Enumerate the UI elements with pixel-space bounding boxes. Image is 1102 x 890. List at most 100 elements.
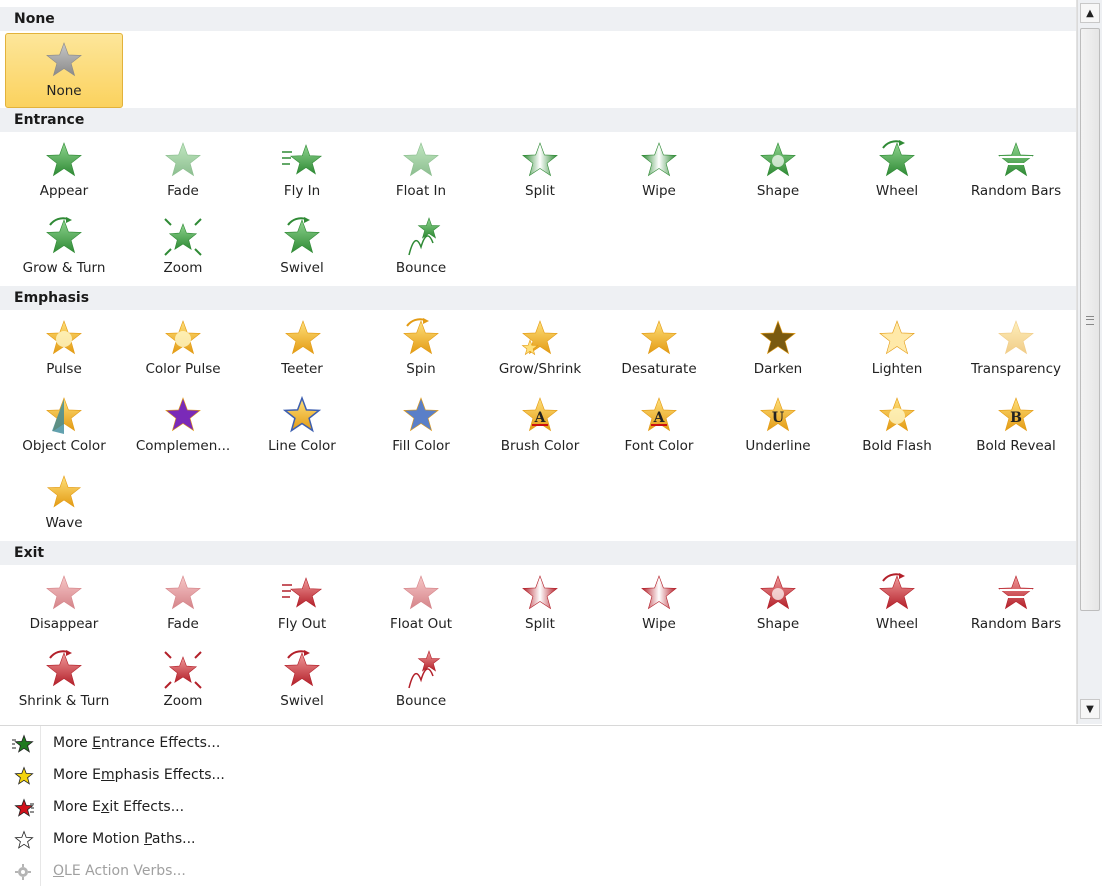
bounce-star-icon [362,217,480,257]
effect-entrance-bounce[interactable]: Bounce [362,211,480,286]
effect-entrance-fade[interactable]: Fade [124,134,242,209]
fly-in-star-icon [243,140,361,180]
effect-emphasis-transparency[interactable]: Transparency [957,312,1075,387]
effect-exit-shape[interactable]: Shape [719,567,837,642]
section-header-emphasis: Emphasis [0,286,1076,310]
effect-label: Desaturate [621,361,697,377]
effect-exit-random-bars[interactable]: Random Bars [957,567,1075,642]
effect-emphasis-complemen[interactable]: Complemen... [124,389,242,464]
effect-emphasis-bold-flash[interactable]: Bold Flash [838,389,956,464]
effect-label: Grow/Shrink [498,361,582,377]
effect-exit-fade[interactable]: Fade [124,567,242,642]
brush-color-star-icon: A [481,395,599,435]
effect-entrance-appear[interactable]: Appear [5,134,123,209]
lighten-star-icon [838,318,956,358]
effect-emphasis-font-color[interactable]: A Font Color [600,389,718,464]
effect-label: Fade [167,616,199,632]
effect-emphasis-teeter[interactable]: Teeter [243,312,361,387]
effect-emphasis-bold-reveal[interactable]: B Bold Reveal [957,389,1075,464]
section-header-entrance: Entrance [0,108,1076,132]
scroll-down-arrow-icon[interactable]: ▼ [1080,699,1100,719]
object-color-star-icon [5,395,123,435]
effect-label: Teeter [281,361,323,377]
scrollbar-thumb[interactable] [1080,28,1100,611]
effect-emphasis-lighten[interactable]: Lighten [838,312,956,387]
effect-label: Random Bars [970,616,1062,632]
effect-label: Brush Color [500,438,580,454]
effect-label: Bold Reveal [976,438,1056,454]
font-color-star-icon: A [600,395,718,435]
effect-entrance-shape[interactable]: Shape [719,134,837,209]
effect-label: Disappear [29,616,99,632]
underline-star-icon: U [719,395,837,435]
effect-entrance-swivel[interactable]: Swivel [243,211,361,286]
svg-text:A: A [653,410,666,426]
color-pulse-star-icon [124,318,242,358]
effect-label: Transparency [970,361,1062,377]
svg-text:B: B [1010,410,1022,426]
effect-emphasis-wave[interactable]: Wave [5,466,123,541]
effect-entrance-grow-turn[interactable]: Grow & Turn [5,211,123,286]
effect-none-none[interactable]: None [5,33,123,108]
swivel-star-icon [243,217,361,257]
effect-exit-float-out[interactable]: Float Out [362,567,480,642]
effect-entrance-wheel[interactable]: Wheel [838,134,956,209]
effect-label: Zoom [163,693,203,709]
effect-entrance-zoom[interactable]: Zoom [124,211,242,286]
effect-label: Spin [406,361,436,377]
effect-exit-wipe[interactable]: Wipe [600,567,718,642]
outline-star-icon [12,830,34,850]
more-effects-menu: More Entrance Effects... More Emphasis Ef… [0,725,1102,890]
gallery-scrollbar[interactable]: ▲ ▼ [1077,0,1102,724]
effect-exit-zoom[interactable]: Zoom [124,644,242,719]
effect-emphasis-line-color[interactable]: Line Color [243,389,361,464]
disappear-star-icon [5,573,123,613]
float-in-star-icon [362,140,480,180]
effect-emphasis-brush-color[interactable]: A Brush Color [481,389,599,464]
split-star-icon [481,573,599,613]
menu-item-more-motion-paths[interactable]: More Motion Paths... [0,824,1100,856]
menu-item-more-entrance-effects[interactable]: More Entrance Effects... [0,728,1100,760]
effect-emphasis-fill-color[interactable]: Fill Color [362,389,480,464]
effect-label: Swivel [280,260,324,276]
wheel-star-icon [838,140,956,180]
effect-label: Shape [756,616,800,632]
gear-icon [12,862,34,882]
effect-entrance-fly-in[interactable]: Fly In [243,134,361,209]
svg-text:A: A [534,410,547,426]
grow-shrink-star-icon [481,318,599,358]
effect-emphasis-spin[interactable]: Spin [362,312,480,387]
effect-entrance-random-bars[interactable]: Random Bars [957,134,1075,209]
effect-emphasis-darken[interactable]: Darken [719,312,837,387]
effect-entrance-wipe[interactable]: Wipe [600,134,718,209]
effect-label: Appear [39,183,89,199]
scroll-up-arrow-icon[interactable]: ▲ [1080,3,1100,23]
effect-exit-fly-out[interactable]: Fly Out [243,567,361,642]
menu-item-more-exit-effects[interactable]: More Exit Effects... [0,792,1100,824]
effect-exit-shrink-turn[interactable]: Shrink & Turn [5,644,123,719]
effect-exit-disappear[interactable]: Disappear [5,567,123,642]
effect-entrance-float-in[interactable]: Float In [362,134,480,209]
wheel-star-icon [838,573,956,613]
effect-emphasis-color-pulse[interactable]: Color Pulse [124,312,242,387]
grow-turn-star-icon [5,217,123,257]
fade-star-icon [124,573,242,613]
effect-emphasis-grow-shrink[interactable]: Grow/Shrink [481,312,599,387]
menu-item-label: More Entrance Effects... [53,735,221,751]
effect-emphasis-object-color[interactable]: Object Color [5,389,123,464]
effect-label: Grow & Turn [22,260,106,276]
menu-item-label: OLE Action Verbs... [53,863,186,879]
menu-item-label: More Emphasis Effects... [53,767,225,783]
effect-exit-wheel[interactable]: Wheel [838,567,956,642]
effect-exit-split[interactable]: Split [481,567,599,642]
menu-item-more-emphasis-effects[interactable]: More Emphasis Effects... [0,760,1100,792]
effect-exit-swivel[interactable]: Swivel [243,644,361,719]
effect-exit-bounce[interactable]: Bounce [362,644,480,719]
effect-entrance-split[interactable]: Split [481,134,599,209]
desaturate-star-icon [600,318,718,358]
effect-emphasis-pulse[interactable]: Pulse [5,312,123,387]
effect-emphasis-underline[interactable]: U Underline [719,389,837,464]
effect-emphasis-desaturate[interactable]: Desaturate [600,312,718,387]
pulse-star-icon [5,318,123,358]
effect-label: Random Bars [970,183,1062,199]
